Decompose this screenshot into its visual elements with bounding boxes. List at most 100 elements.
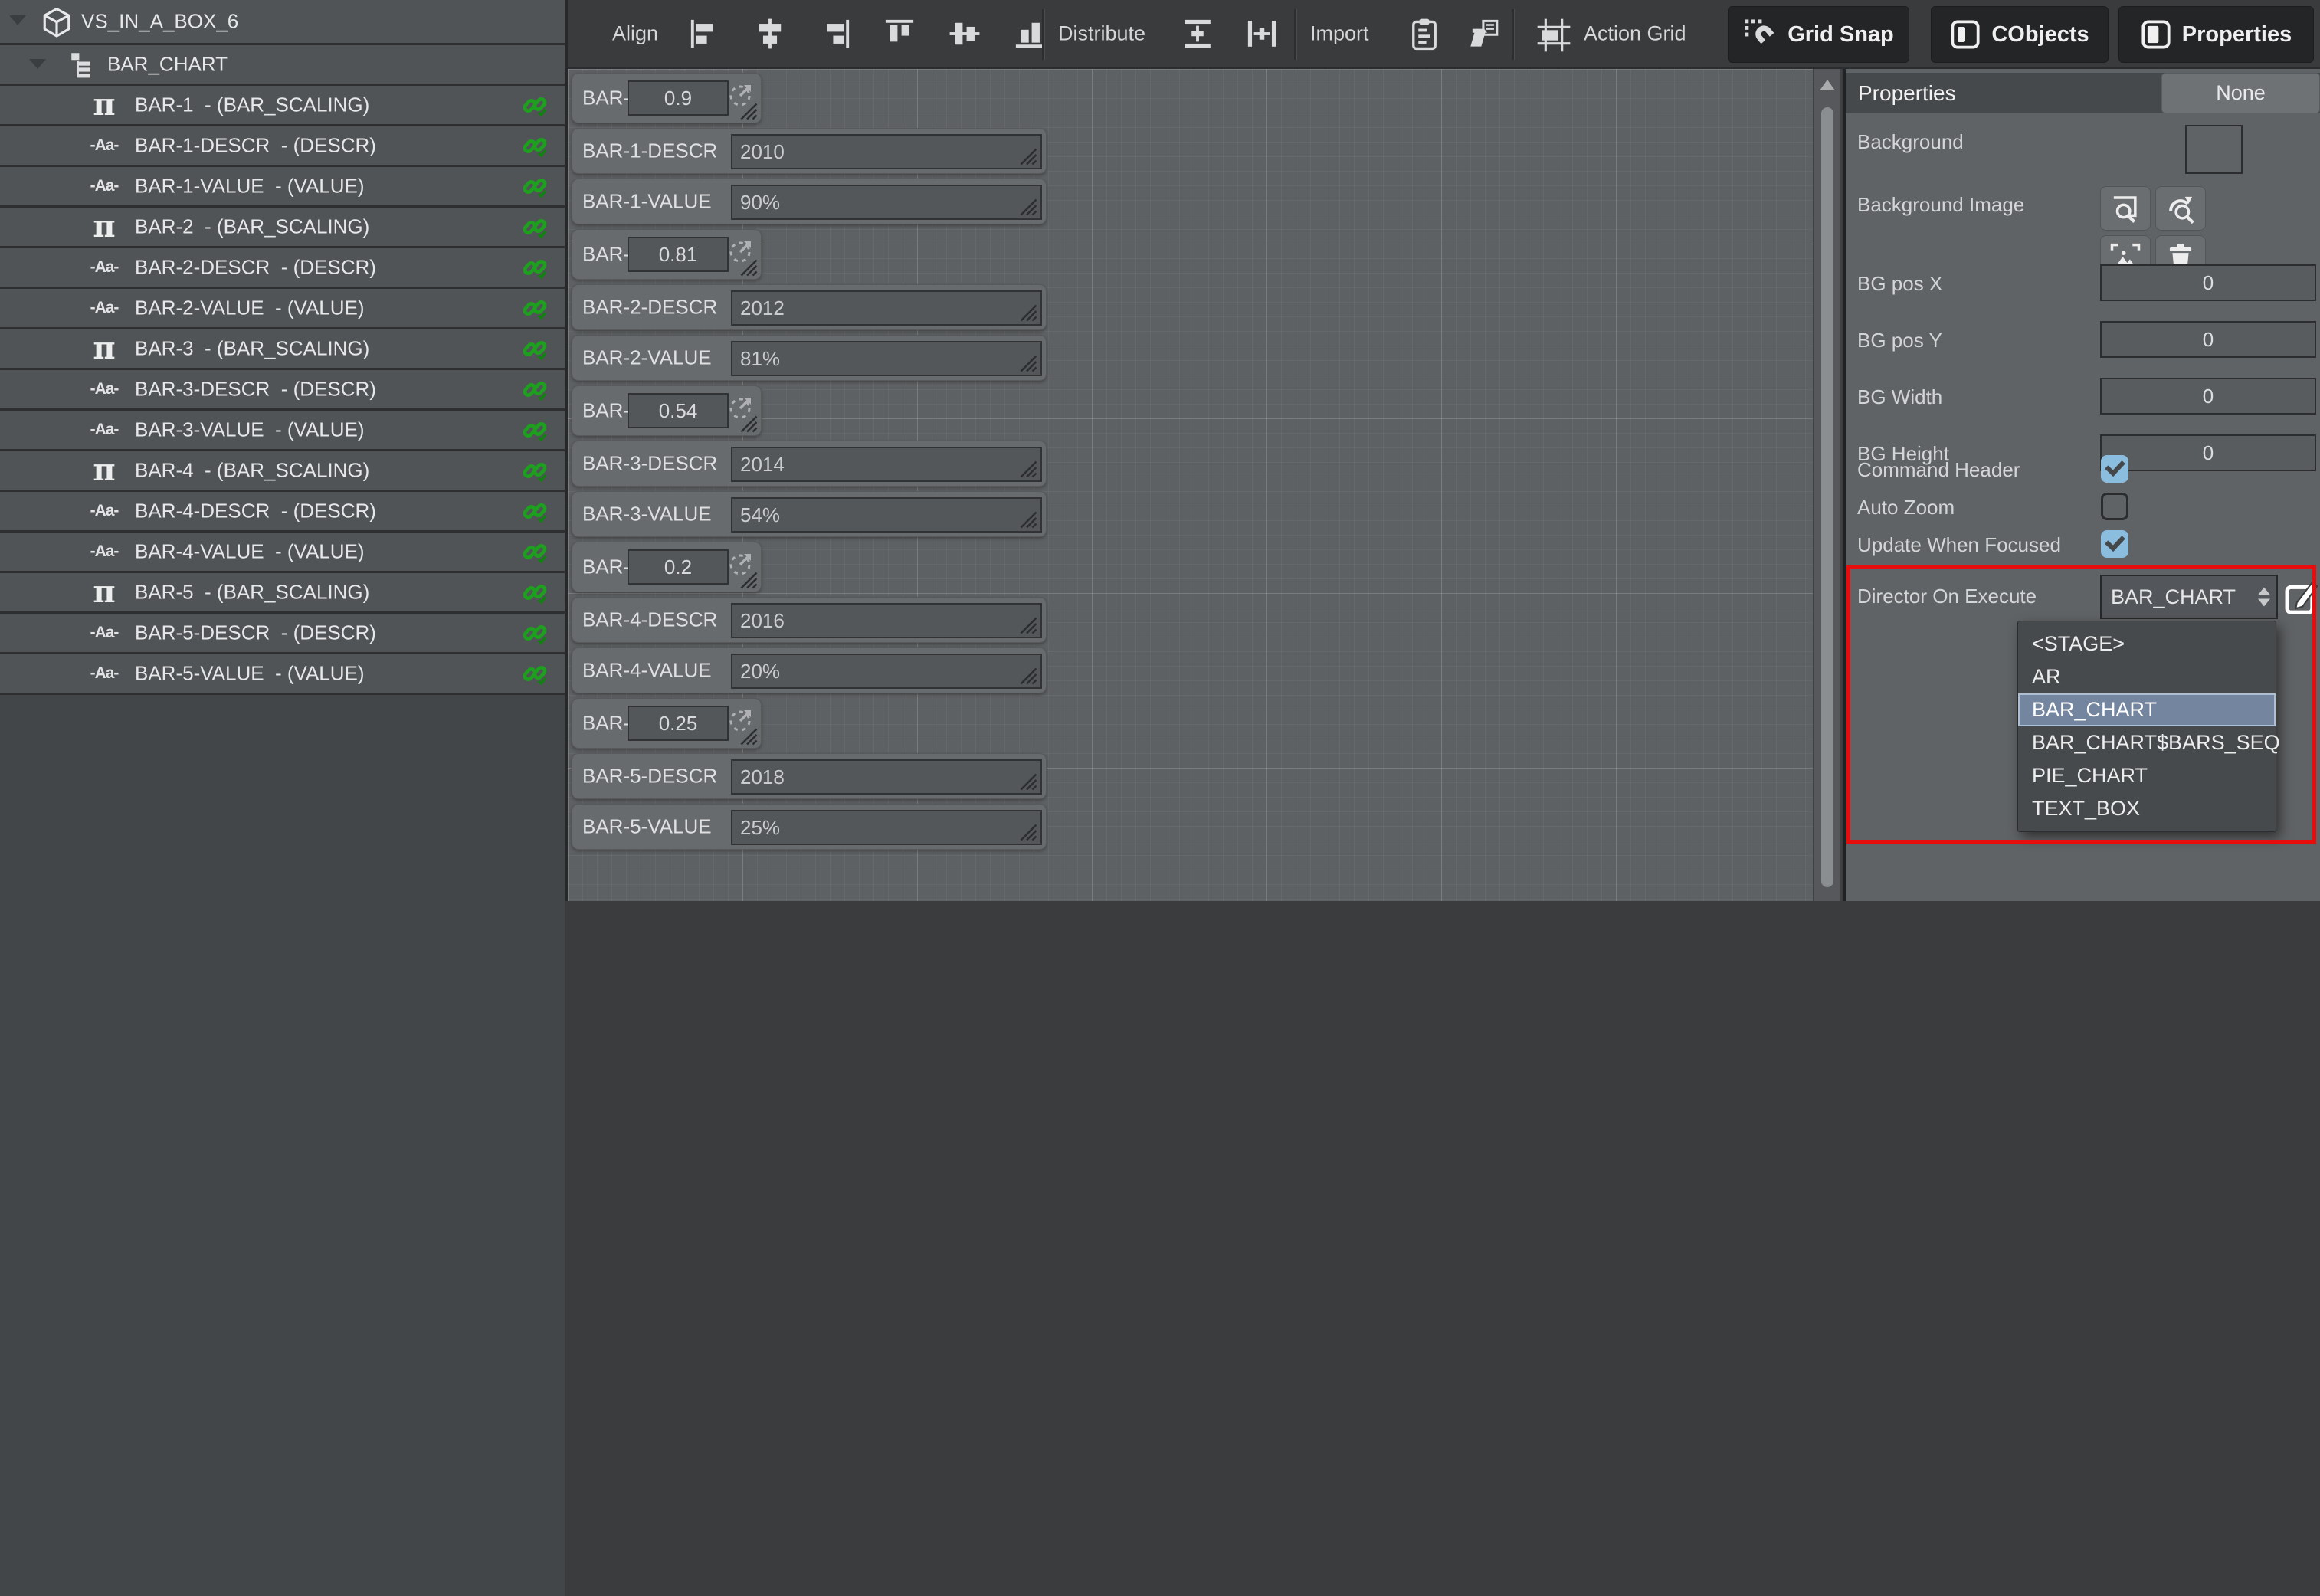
align-left-icon[interactable] xyxy=(688,17,722,51)
text-widget[interactable]: BAR-1-DESCR2010 xyxy=(572,128,1047,174)
text-input[interactable]: 54% xyxy=(731,497,1042,533)
green-chain-link-icon[interactable] xyxy=(522,579,548,605)
text-input[interactable]: 81% xyxy=(731,341,1042,376)
tree-item-row[interactable]: -Aa-BAR-2-DESCR - (DESCR) xyxy=(0,248,565,289)
properties-button[interactable]: Properties xyxy=(2118,6,2314,63)
text-widget[interactable]: BAR-4-VALUE20% xyxy=(572,647,1047,693)
action-grid-icon[interactable] xyxy=(1535,17,1569,51)
resize-grip-icon[interactable] xyxy=(1015,663,1038,686)
resize-grip-icon[interactable] xyxy=(1015,612,1038,635)
bg-pos-y-input[interactable]: 0 xyxy=(2100,321,2316,358)
bg-width-input[interactable]: 0 xyxy=(2100,378,2316,415)
green-chain-link-icon[interactable] xyxy=(522,295,548,321)
resize-grip-icon[interactable] xyxy=(1015,456,1038,479)
tree-item-row[interactable]: πBAR-2 - (BAR_SCALING) xyxy=(0,208,565,248)
option-bar-chart[interactable]: BAR_CHART xyxy=(2018,693,2276,726)
option-text-box[interactable]: TEXT_BOX xyxy=(2018,792,2276,825)
text-input[interactable]: 2014 xyxy=(731,447,1042,482)
text-input[interactable]: 2012 xyxy=(731,290,1042,326)
knob-widget[interactable]: BAR-20.81 xyxy=(572,229,762,280)
text-input[interactable]: 20% xyxy=(731,654,1042,689)
resize-grip-icon[interactable] xyxy=(736,254,759,277)
tree-item-row[interactable]: πBAR-3 - (BAR_SCALING) xyxy=(0,329,565,370)
text-widget[interactable]: BAR-1-VALUE90% xyxy=(572,179,1047,224)
none-button[interactable]: None xyxy=(2161,73,2320,113)
distribute-vertical-icon[interactable] xyxy=(1181,17,1214,51)
knob-value-input[interactable]: 0.9 xyxy=(628,80,729,116)
text-input[interactable]: 2016 xyxy=(731,603,1042,638)
green-chain-link-icon[interactable] xyxy=(522,376,548,402)
green-chain-link-icon[interactable] xyxy=(522,660,548,687)
resize-grip-icon[interactable] xyxy=(1015,506,1038,529)
text-widget[interactable]: BAR-2-DESCR2012 xyxy=(572,284,1047,330)
distribute-horizontal-icon[interactable] xyxy=(1245,17,1279,51)
green-chain-link-icon[interactable] xyxy=(522,417,548,443)
tree-item-row[interactable]: -Aa-BAR-5-VALUE - (VALUE) xyxy=(0,654,565,695)
canvas-vertical-scrollbar[interactable] xyxy=(1813,69,1842,901)
resize-grip-icon[interactable] xyxy=(1015,300,1038,323)
align-right-icon[interactable] xyxy=(818,17,852,51)
option-bar-chart-bars-seq[interactable]: BAR_CHART$BARS_SEQ xyxy=(2018,726,2276,759)
knob-value-input[interactable]: 0.54 xyxy=(628,393,729,428)
resize-grip-icon[interactable] xyxy=(1015,819,1038,842)
align-middle-vertical-icon[interactable] xyxy=(948,17,981,51)
knob-widget[interactable]: BAR-10.9 xyxy=(572,73,762,123)
resize-grip-icon[interactable] xyxy=(736,411,759,434)
green-chain-link-icon[interactable] xyxy=(522,498,548,524)
resize-grip-icon[interactable] xyxy=(1015,143,1038,166)
green-chain-link-icon[interactable] xyxy=(522,254,548,280)
text-widget[interactable]: BAR-4-DESCR2016 xyxy=(572,597,1047,643)
tree-item-row[interactable]: -Aa-BAR-2-VALUE - (VALUE) xyxy=(0,289,565,329)
knob-value-input[interactable]: 0.2 xyxy=(628,549,729,585)
director-on-execute-dropdown[interactable]: BAR_CHART xyxy=(2100,575,2278,619)
green-chain-link-icon[interactable] xyxy=(522,173,548,199)
knob-value-input[interactable]: 0.81 xyxy=(628,237,729,272)
tree-item-row[interactable]: πBAR-1 - (BAR_SCALING) xyxy=(0,86,565,126)
green-chain-link-icon[interactable] xyxy=(522,620,548,646)
tree-item-row[interactable]: -Aa-BAR-4-DESCR - (DESCR) xyxy=(0,492,565,533)
tree-item-row[interactable]: -Aa-BAR-5-DESCR - (DESCR) xyxy=(0,614,565,654)
scrollbar-thumb[interactable] xyxy=(1821,107,1833,887)
text-widget[interactable]: BAR-5-DESCR2018 xyxy=(572,753,1047,799)
option-stage[interactable]: <STAGE> xyxy=(2018,628,2276,660)
tree-item-row[interactable]: πBAR-4 - (BAR_SCALING) xyxy=(0,451,565,492)
cobjects-button[interactable]: CObjects xyxy=(1931,6,2109,63)
resize-grip-icon[interactable] xyxy=(1015,769,1038,791)
green-chain-link-icon[interactable] xyxy=(522,539,548,565)
green-chain-link-icon[interactable] xyxy=(522,214,548,240)
knob-widget[interactable]: BAR-50.25 xyxy=(572,698,762,749)
resize-grip-icon[interactable] xyxy=(1015,194,1038,217)
tree-item-row[interactable]: -Aa-BAR-3-VALUE - (VALUE) xyxy=(0,411,565,451)
text-widget[interactable]: BAR-5-VALUE25% xyxy=(572,804,1047,850)
reload-image-button[interactable] xyxy=(2155,186,2206,231)
align-top-icon[interactable] xyxy=(883,17,916,51)
grid-snap-button[interactable]: Grid Snap xyxy=(1728,6,1909,63)
tree-group-row[interactable]: BAR_CHART xyxy=(0,45,565,86)
tree-root-row[interactable]: VS_IN_A_BOX_6 xyxy=(0,0,565,45)
scroll-up-arrow-icon[interactable] xyxy=(1820,80,1835,90)
collapse-caret-icon[interactable] xyxy=(9,15,26,25)
green-chain-link-icon[interactable] xyxy=(522,336,548,362)
tree-item-row[interactable]: -Aa-BAR-1-VALUE - (VALUE) xyxy=(0,167,565,208)
resize-grip-icon[interactable] xyxy=(736,723,759,746)
resize-grip-icon[interactable] xyxy=(1015,350,1038,373)
resize-grip-icon[interactable] xyxy=(736,98,759,121)
resize-grip-icon[interactable] xyxy=(736,567,759,590)
text-input[interactable]: 90% xyxy=(731,185,1042,220)
text-input[interactable]: 2018 xyxy=(731,759,1042,795)
clipboard-icon[interactable] xyxy=(1407,17,1441,51)
edit-director-button[interactable] xyxy=(2283,576,2320,618)
green-chain-link-icon[interactable] xyxy=(522,457,548,483)
open-folder-icon[interactable] xyxy=(1470,17,1503,51)
collapse-caret-icon[interactable] xyxy=(29,59,46,69)
align-center-horizontal-icon[interactable] xyxy=(753,17,787,51)
text-widget[interactable]: BAR-3-DESCR2014 xyxy=(572,441,1047,487)
bg-height-input[interactable]: 0 xyxy=(2100,434,2316,471)
text-widget[interactable]: BAR-3-VALUE54% xyxy=(572,491,1047,537)
update-when-focused-checkbox[interactable] xyxy=(2101,530,2128,558)
green-chain-link-icon[interactable] xyxy=(522,92,548,118)
command-header-checkbox[interactable] xyxy=(2101,455,2128,483)
option-pie-chart[interactable]: PIE_CHART xyxy=(2018,759,2276,792)
knob-widget[interactable]: BAR-40.2 xyxy=(572,542,762,592)
bg-pos-x-input[interactable]: 0 xyxy=(2100,264,2316,301)
